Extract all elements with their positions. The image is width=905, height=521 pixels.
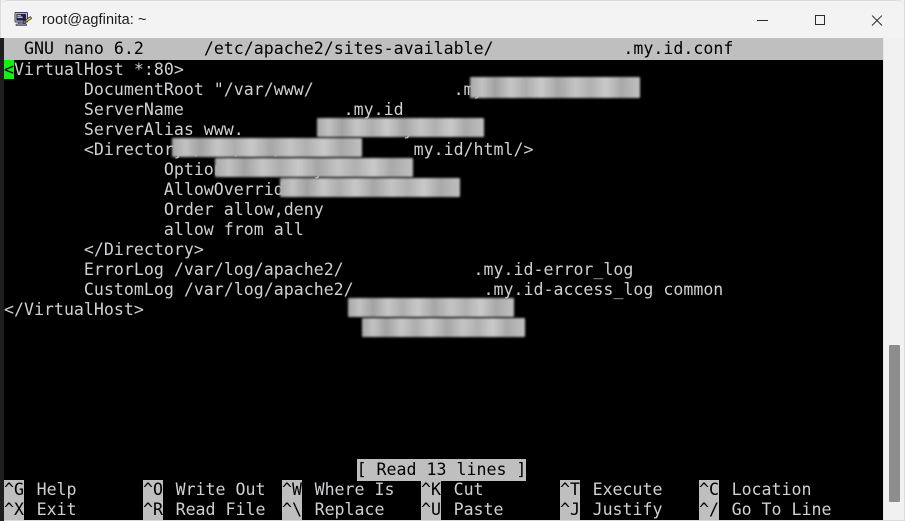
editor-line-1-text: VirtualHost *:80> (14, 60, 184, 79)
window-titlebar[interactable]: root@agfinita: ~ (0, 0, 905, 38)
redaction-documentroot-domain (317, 118, 484, 137)
shortcut-go-to-line[interactable]: ^/ Go To Line (699, 500, 831, 520)
shortcut-read-file[interactable]: ^R Read File (143, 500, 266, 520)
text-cursor: < (4, 60, 14, 79)
shortcut-justify[interactable]: ^J Justify (560, 500, 663, 520)
minimize-icon (757, 19, 768, 21)
close-button[interactable] (848, 1, 905, 39)
nano-shortcut-row-1: ^G Help ^O Write Out ^W Where Is ^K Cut (0, 480, 883, 500)
minimize-button[interactable] (734, 1, 791, 39)
redaction-directory-path (280, 178, 460, 197)
editor-line-6[interactable]: Options FollowSymLinks (0, 160, 883, 180)
scrollbar-thumb[interactable] (889, 345, 900, 502)
nano-shortcut-row-2: ^X Exit ^R Read File ^\ Replace ^U Paste (0, 500, 883, 520)
shortcut-location[interactable]: ^C Location (699, 480, 812, 500)
editor-line-3[interactable]: ServerName .my.id (0, 100, 883, 120)
shortcut-write-out[interactable]: ^O Write Out (143, 480, 266, 500)
shortcut-help-key: ^G (4, 480, 24, 500)
editor-line-8[interactable]: Order allow,deny (0, 200, 883, 220)
shortcut-where-is-key: ^W (282, 480, 302, 500)
shortcut-location-label: Location (731, 480, 812, 499)
shortcut-go-to-line-key: ^/ (699, 500, 719, 520)
shortcut-where-is[interactable]: ^W Where Is (282, 480, 395, 500)
editor-line-9[interactable]: allow from all (0, 220, 883, 240)
terminal-area: GNU nano 6.2 /etc/apache2/sites-availabl… (0, 38, 905, 521)
shortcut-execute-label: Execute (592, 480, 663, 499)
shortcut-justify-key: ^J (560, 500, 580, 520)
redaction-customlog-domain (362, 318, 525, 337)
editor-line-2[interactable]: DocumentRoot "/var/www/ .my.id/html" (0, 80, 883, 100)
editor-line-8-text: Order allow,deny (4, 200, 324, 219)
editor-line-10-text: </Directory> (4, 240, 204, 259)
shortcut-cut-key: ^K (421, 480, 441, 500)
terminal-left-rail (0, 38, 4, 521)
shortcut-replace-key: ^\ (282, 500, 302, 520)
shortcut-execute[interactable]: ^T Execute (560, 480, 663, 500)
redaction-servername-domain (172, 138, 362, 157)
redaction-title-filename (470, 77, 640, 98)
shortcut-where-is-label: Where Is (314, 480, 395, 499)
shortcut-go-to-line-label: Go To Line (731, 500, 832, 519)
shortcut-exit-label: Exit (36, 500, 77, 519)
editor-line-3-text: ServerName .my.id (4, 100, 404, 119)
shortcut-exit-key: ^X (4, 500, 24, 520)
nano-titlebar: GNU nano 6.2 /etc/apache2/sites-availabl… (0, 38, 883, 60)
shortcut-paste[interactable]: ^U Paste (421, 500, 504, 520)
redaction-errorlog-domain (348, 298, 514, 317)
editor-line-11-text: ErrorLog /var/log/apache2/ .my.id-error_… (4, 260, 634, 279)
editor-line-1[interactable]: <VirtualHost *:80> (0, 60, 883, 80)
terminal-screen[interactable]: GNU nano 6.2 /etc/apache2/sites-availabl… (0, 38, 883, 521)
nano-file-path-suffix: .my.id.conf (623, 39, 734, 58)
nano-file-path-redacted (494, 39, 624, 58)
editor-line-12-text: CustomLog /var/log/apache2/ .my.id-acces… (4, 280, 724, 299)
shortcut-exit[interactable]: ^X Exit (4, 500, 77, 520)
shortcut-help[interactable]: ^G Help (4, 480, 77, 500)
window-title-text: root@agfinita: ~ (42, 11, 147, 28)
shortcut-cut[interactable]: ^K Cut (421, 480, 484, 500)
shortcut-help-label: Help (36, 480, 77, 499)
shortcut-write-out-key: ^O (143, 480, 163, 500)
maximize-button[interactable] (791, 1, 848, 39)
shortcut-justify-label: Justify (592, 500, 663, 519)
shortcut-replace[interactable]: ^\ Replace (282, 500, 385, 520)
shortcut-read-file-key: ^R (143, 500, 163, 520)
maximize-icon (814, 15, 825, 25)
window-controls (734, 1, 905, 39)
nano-titlebar-content: GNU nano 6.2 /etc/apache2/sites-availabl… (0, 38, 883, 60)
titlebar-left-group: root@agfinita: ~ (0, 10, 147, 30)
shortcut-read-file-label: Read File (175, 500, 266, 519)
editor-line-12[interactable]: CustomLog /var/log/apache2/ .my.id-acces… (0, 280, 883, 300)
nano-status-message-text: [ Read 13 lines ] (356, 459, 527, 481)
putty-terminal-icon (13, 10, 33, 30)
editor-line-9-text: allow from all (4, 220, 304, 239)
editor-line-5[interactable]: <Directory /var/www/r my.id/html/> (0, 140, 883, 160)
shortcut-paste-key: ^U (421, 500, 441, 520)
shortcut-paste-label: Paste (453, 500, 504, 519)
redaction-serveralias-domain (215, 158, 413, 177)
nano-status-message: [ Read 13 lines ] (0, 459, 883, 481)
nano-version-label: GNU nano 6.2 (4, 39, 144, 58)
nano-title-gap (144, 39, 204, 58)
nano-shortcut-bar: ^G Help ^O Write Out ^W Where Is ^K Cut (0, 480, 883, 521)
close-icon (870, 14, 883, 27)
shortcut-location-key: ^C (699, 480, 719, 500)
editor-line-11[interactable]: ErrorLog /var/log/apache2/ .my.id-error_… (0, 260, 883, 280)
terminal-scrollbar[interactable] (883, 38, 905, 521)
shortcut-replace-label: Replace (314, 500, 385, 519)
shortcut-write-out-label: Write Out (175, 480, 266, 499)
putty-window: root@agfinita: ~ GNU nano 6.2 /etc/apach… (0, 0, 905, 521)
nano-file-path-prefix: /etc/apache2/sites-available/ (203, 39, 494, 58)
shortcut-cut-label: Cut (453, 480, 484, 499)
editor-line-10[interactable]: </Directory> (0, 240, 883, 260)
shortcut-execute-key: ^T (560, 480, 580, 500)
editor-line-13-text: </VirtualHost> (4, 300, 144, 319)
